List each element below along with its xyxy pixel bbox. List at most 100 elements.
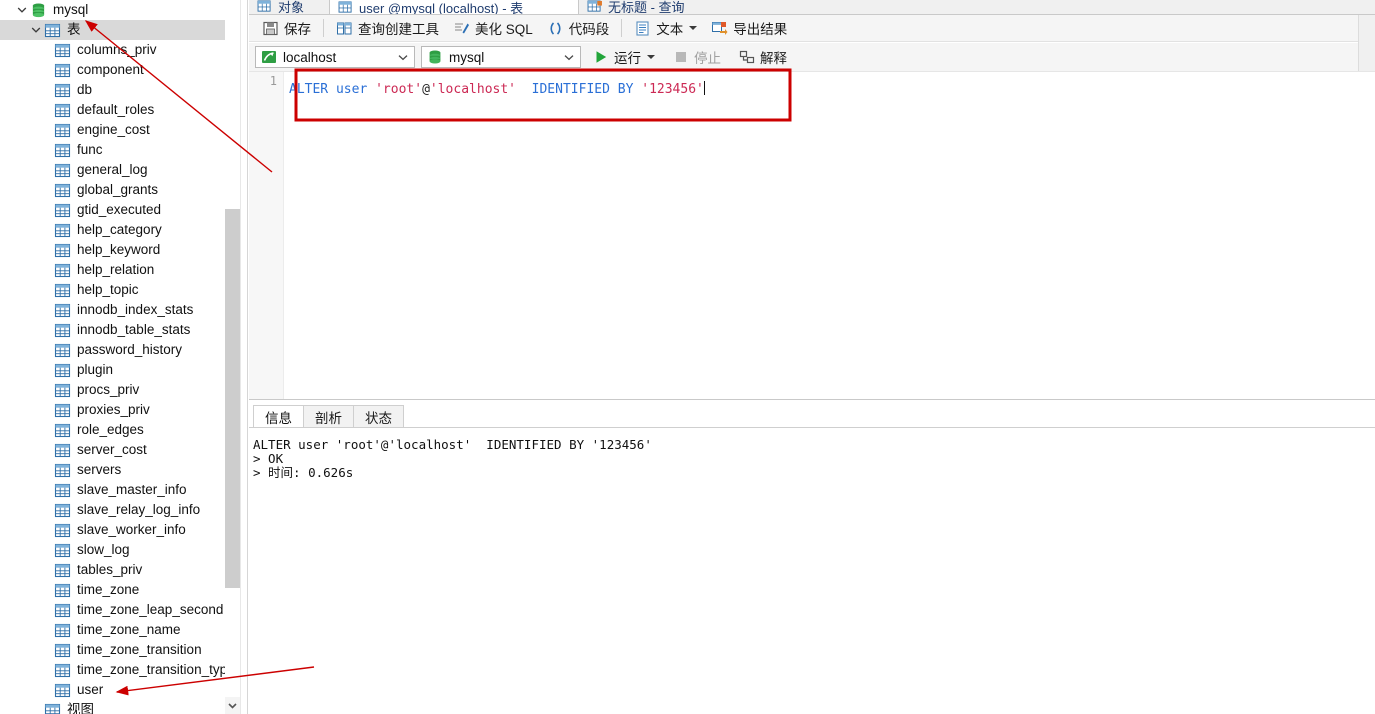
tree-node-table[interactable]: general_log <box>0 160 247 180</box>
tree-node-table[interactable]: help_topic <box>0 280 247 300</box>
tree-node-label: columns_priv <box>77 42 157 57</box>
table-icon <box>54 63 71 77</box>
document-tab-strip[interactable]: 对象 user @mysql (localhost) - 表 无标题 - 查询 <box>249 0 1375 15</box>
explain-icon <box>739 49 755 65</box>
table-icon <box>54 522 71 539</box>
tree-node-label: procs_priv <box>77 382 140 397</box>
tree-node-table[interactable]: slow_log <box>0 540 247 560</box>
table-icon <box>54 122 71 139</box>
tree-node-label: mysql <box>53 2 89 17</box>
connection-bar[interactable]: localhost mysql 运行 停止 解释 <box>249 43 1375 71</box>
table-icon <box>54 502 71 519</box>
tree-node-mysql[interactable]: mysql <box>0 0 247 20</box>
tree-node-table[interactable]: func <box>0 140 247 160</box>
tree-node-label: role_edges <box>77 422 144 437</box>
explain-label: 解释 <box>760 51 787 66</box>
export-result-button[interactable]: 导出结果 <box>704 17 794 40</box>
tree-node-table[interactable]: role_edges <box>0 420 247 440</box>
tree-node-table[interactable]: tables_priv <box>0 560 247 580</box>
tree-node-label: help_relation <box>77 262 155 277</box>
tree-node-table[interactable]: slave_relay_log_info <box>0 500 247 520</box>
tree-node-table[interactable]: help_keyword <box>0 240 247 260</box>
run-button[interactable]: 运行 <box>587 46 661 69</box>
sidebar-right-edge <box>240 0 247 714</box>
chevron-down-icon[interactable] <box>647 55 655 59</box>
tree-node-table[interactable]: global_grants <box>0 180 247 200</box>
editor-toolbar[interactable]: 保存 查询创建工具 美化 SQL 代码段 文本 导出结果 <box>249 15 1375 42</box>
results-tab-1[interactable]: 剖析 <box>303 405 354 428</box>
tree-node-table[interactable]: proxies_priv <box>0 400 247 420</box>
table-icon <box>54 422 71 439</box>
results-output-line: ALTER user 'root'@'localhost' IDENTIFIED… <box>253 437 652 452</box>
code-snippet-button[interactable]: 代码段 <box>540 17 617 40</box>
chevron-down-icon[interactable] <box>562 54 576 61</box>
database-tree-sidebar[interactable]: mysql 表 columns_priv component db default_rol… <box>0 0 248 714</box>
expand-chevron[interactable] <box>28 20 44 40</box>
sql-code-line[interactable]: ALTER user 'root'@'localhost' IDENTIFIED… <box>289 80 705 99</box>
explain-button[interactable]: 解释 <box>733 46 793 69</box>
tree-node-table[interactable]: engine_cost <box>0 120 247 140</box>
tree-node-table[interactable]: time_zone_transition_type <box>0 660 247 680</box>
scroll-down-button[interactable] <box>225 697 240 714</box>
tree-node-table[interactable]: db <box>0 80 247 100</box>
tree-node-table[interactable]: slave_worker_info <box>0 520 247 540</box>
beautify-sql-button[interactable]: 美化 SQL <box>446 17 540 40</box>
expand-chevron[interactable] <box>14 0 30 20</box>
table-icon <box>54 283 71 297</box>
results-output-line: > 时间: 0.626s <box>253 465 354 480</box>
save-button[interactable]: 保存 <box>255 17 318 40</box>
results-tab-2[interactable]: 状态 <box>353 405 404 428</box>
sidebar-scrollbar-thumb[interactable] <box>225 209 240 588</box>
tree-node-table[interactable]: time_zone_name <box>0 620 247 640</box>
document-tab-0[interactable]: 对象 <box>249 0 329 14</box>
document-tab-label: 对象 <box>278 0 305 14</box>
tree-node-table[interactable]: time_zone <box>0 580 247 600</box>
database-select[interactable]: mysql <box>421 46 581 68</box>
toolbar-item-label: 导出结果 <box>733 22 788 37</box>
tree-node-table[interactable]: component <box>0 60 247 80</box>
tree-content: mysql 表 columns_priv component db default_rol… <box>0 0 247 714</box>
chevron-down-icon[interactable] <box>396 54 410 61</box>
tree-node-table[interactable]: user <box>0 680 247 700</box>
results-tab-0[interactable]: 信息 <box>253 405 304 428</box>
document-tab-1[interactable]: user @mysql (localhost) - 表 <box>329 0 579 14</box>
text-icon <box>634 20 651 37</box>
results-tab-bar[interactable]: 信息 剖析 状态 <box>249 405 404 428</box>
query-builder-button[interactable]: 查询创建工具 <box>329 17 446 40</box>
tree-node-label: default_roles <box>77 102 155 117</box>
sidebar-scrollbar[interactable] <box>225 0 240 714</box>
tree-node-table[interactable]: default_roles <box>0 100 247 120</box>
chevron-down-icon[interactable] <box>31 26 41 34</box>
table-icon <box>54 362 71 379</box>
tree-node-table[interactable]: server_cost <box>0 440 247 460</box>
tree-node-tables-group[interactable]: 表 <box>0 20 247 40</box>
tree-node-table[interactable]: servers <box>0 460 247 480</box>
tree-node-table[interactable]: gtid_executed <box>0 200 247 220</box>
tree-node-table[interactable]: time_zone_leap_second <box>0 600 247 620</box>
table-icon <box>54 342 71 359</box>
tree-node-table[interactable]: innodb_table_stats <box>0 320 247 340</box>
sql-token-password: '123456' <box>641 82 704 97</box>
text-button[interactable]: 文本 <box>627 17 704 40</box>
chevron-down-icon[interactable] <box>689 26 698 30</box>
tree-node-label: general_log <box>77 162 148 177</box>
tree-node-table[interactable]: procs_priv <box>0 380 247 400</box>
sql-token-at: @ <box>422 82 430 97</box>
expand-chevron[interactable] <box>28 700 44 714</box>
connection-select[interactable]: localhost <box>255 46 415 68</box>
tree-node-table[interactable]: help_category <box>0 220 247 240</box>
tree-node-table[interactable]: help_relation <box>0 260 247 280</box>
tree-node-table[interactable]: password_history <box>0 340 247 360</box>
tree-node-label: plugin <box>77 362 114 377</box>
tree-node-table[interactable]: slave_master_info <box>0 480 247 500</box>
document-tab-2[interactable]: 无标题 - 查询 <box>579 0 749 14</box>
tree-node-table[interactable]: plugin <box>0 360 247 380</box>
table-icon <box>54 562 71 579</box>
tree-node-table[interactable]: columns_priv <box>0 40 247 60</box>
tree-node-views-group[interactable]: 视图 <box>0 700 247 714</box>
tree-node-label: time_zone_leap_second <box>77 602 224 617</box>
chevron-down-icon[interactable] <box>17 6 27 14</box>
tree-node-table[interactable]: innodb_index_stats <box>0 300 247 320</box>
sql-editor[interactable]: 1 ALTER user 'root'@'localhost' IDENTIFI… <box>249 71 1375 399</box>
tree-node-table[interactable]: time_zone_transition <box>0 640 247 660</box>
